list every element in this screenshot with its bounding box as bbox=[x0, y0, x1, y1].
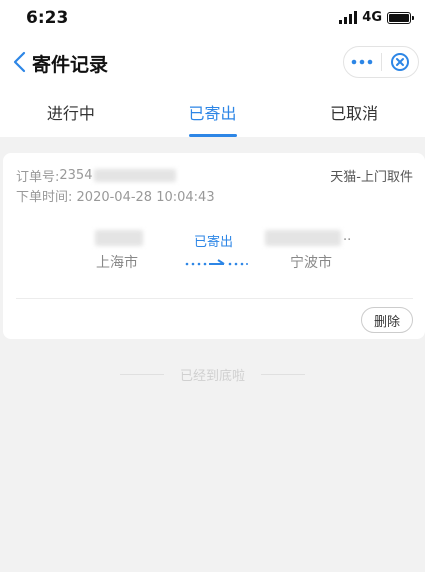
status-time: 6:23 bbox=[26, 8, 69, 28]
tab-bar: 进行中 已寄出 已取消 bbox=[0, 88, 425, 137]
receiver-name-redacted bbox=[265, 230, 341, 246]
order-number-line: 订单号: 2354 bbox=[16, 166, 177, 185]
page-title: 寄件记录 bbox=[32, 54, 109, 76]
receiver-city: 宁波市 bbox=[290, 255, 332, 271]
sender-city: 上海市 bbox=[96, 255, 138, 271]
hint-line-left bbox=[119, 373, 164, 375]
tab-in-progress[interactable]: 进行中 bbox=[0, 88, 142, 137]
order-card[interactable]: 订单号: 2354 下单时间: 2020-04-28 10:04:43 天猫-上… bbox=[3, 153, 425, 339]
order-number-label: 订单号: bbox=[16, 170, 60, 185]
end-of-list-hint: 已经到底啦 bbox=[0, 364, 425, 384]
order-time-value: 2020-04-28 10:04:43 bbox=[76, 190, 215, 205]
network-type: 4G bbox=[362, 10, 382, 25]
order-channel: 天猫-上门取件 bbox=[330, 170, 413, 185]
hint-line-right bbox=[261, 373, 305, 375]
receiver-name-ellipsis: .. bbox=[343, 229, 352, 244]
end-of-list-text: 已经到底啦 bbox=[179, 368, 245, 384]
order-number-value: 2354 bbox=[59, 168, 93, 183]
header: 6:23 4G 寄件记录 进行中 已寄出 已取消 bbox=[0, 0, 425, 137]
miniprogram-capsule bbox=[343, 46, 419, 78]
back-arrow-icon[interactable] bbox=[10, 50, 30, 74]
order-number-redacted bbox=[94, 169, 177, 182]
close-miniprogram-icon[interactable] bbox=[382, 47, 419, 77]
route-arrow-icon bbox=[184, 253, 248, 266]
nav-bar: 寄件记录 bbox=[0, 36, 425, 88]
tab-cancelled[interactable]: 已取消 bbox=[283, 88, 425, 137]
delete-button[interactable]: 删除 bbox=[361, 307, 413, 333]
card-divider bbox=[16, 298, 413, 299]
sender-name-redacted bbox=[95, 230, 143, 246]
status-indicators: 4G bbox=[339, 10, 414, 25]
more-icon[interactable] bbox=[344, 47, 381, 77]
status-bar: 6:23 4G bbox=[0, 0, 425, 36]
order-time-label: 下单时间: bbox=[16, 190, 73, 205]
shipping-status: 已寄出 bbox=[194, 235, 234, 250]
signal-icon bbox=[339, 11, 358, 24]
order-time-line: 下单时间: 2020-04-28 10:04:43 bbox=[16, 186, 215, 205]
battery-icon bbox=[387, 11, 414, 24]
tab-sent[interactable]: 已寄出 bbox=[142, 88, 284, 137]
shipping-route: 上海市 已寄出 .. 宁波市 bbox=[3, 225, 425, 275]
